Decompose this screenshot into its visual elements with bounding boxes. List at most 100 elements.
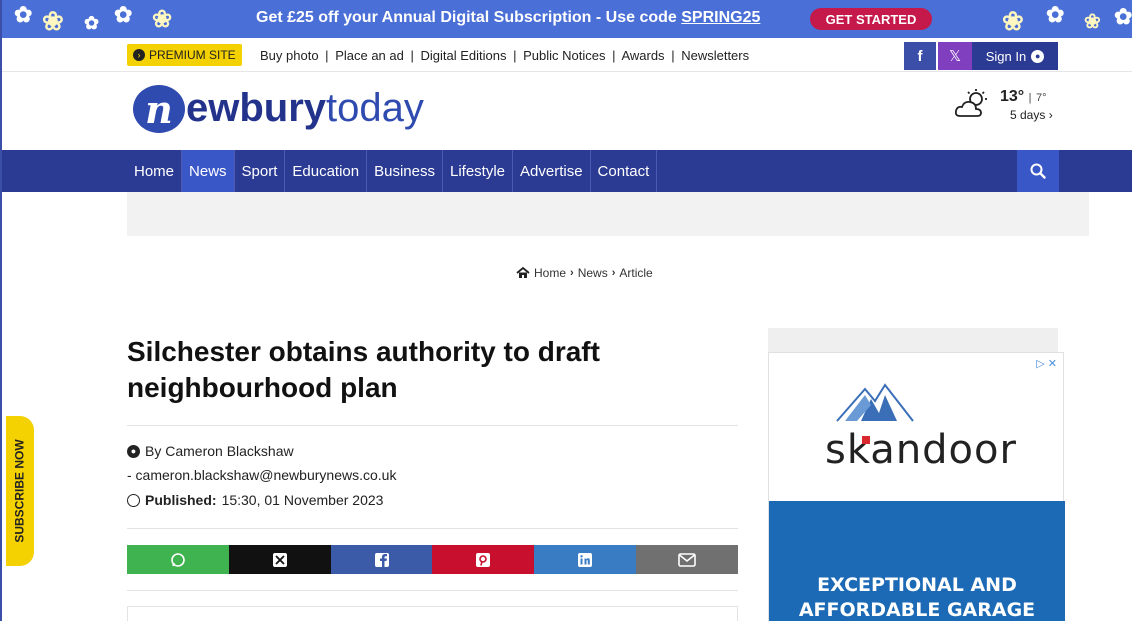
sign-in-button[interactable]: Sign In ● (972, 42, 1058, 70)
nav-education[interactable]: Education (285, 150, 368, 192)
flower-icon: ❀ (1084, 11, 1101, 33)
subscribe-now-tab[interactable]: SUBSCRIBE NOW (6, 416, 34, 566)
divider (127, 528, 738, 529)
five-day-forecast-link[interactable]: 5 days › (1010, 108, 1053, 122)
flower-icon: ❀ (42, 6, 64, 36)
share-x-button[interactable] (228, 545, 331, 574)
home-icon (516, 267, 530, 278)
temp-divider: | (1028, 92, 1032, 104)
link-separator: | (410, 48, 414, 63)
logo-text-bold: ewbury (186, 86, 327, 130)
temp-low: 7° (1035, 92, 1047, 104)
promo-text: Get £25 off your Annual Digital Subscrip… (256, 9, 760, 27)
advert-brand-text: skandoor (825, 427, 1017, 473)
arrow-circle-icon: › (133, 49, 145, 61)
author-line: ● By Cameron Blackshaw (127, 443, 294, 459)
x-icon (272, 552, 287, 567)
nav-news[interactable]: News (182, 150, 235, 192)
author-name[interactable]: By Cameron Blackshaw (145, 443, 294, 459)
link-separator: | (671, 48, 675, 63)
published-label: Published: (145, 492, 217, 508)
brand-accent-square (862, 436, 870, 444)
utility-bar: › PREMIUM SITE Buy photo | Place an ad |… (2, 38, 1132, 72)
link-place-an-ad[interactable]: Place an ad (335, 48, 404, 63)
leaderboard-ad-placeholder (127, 192, 1089, 236)
published-date: 15:30, 01 November 2023 (221, 492, 384, 508)
chevron-right-icon: › (611, 267, 616, 279)
link-newsletters[interactable]: Newsletters (681, 48, 749, 63)
link-buy-photo[interactable]: Buy photo (260, 48, 319, 63)
article-body-box (127, 606, 738, 621)
share-facebook-button[interactable] (330, 545, 433, 574)
link-awards[interactable]: Awards (621, 48, 664, 63)
sidebar-ad-label-strip (768, 328, 1058, 352)
promo-bar[interactable]: ✿ ❀ ✿ ✿ ❀ Get £25 off your Annual Digita… (2, 0, 1132, 38)
pinterest-icon (476, 552, 491, 567)
nav-advertise[interactable]: Advertise (513, 150, 591, 192)
share-whatsapp-button[interactable] (127, 545, 229, 574)
advert-brand: skandoor (825, 427, 1017, 473)
link-separator: | (513, 48, 517, 63)
advert-headline-line2: AFFORDABLE GARAGE (798, 599, 1036, 621)
sidebar-advert[interactable]: ▷ ✕ skandoor EXCEPTIONAL AND AFFORDABLE … (768, 352, 1065, 621)
breadcrumb-home[interactable]: Home (534, 266, 566, 280)
share-email-button[interactable] (636, 545, 738, 574)
user-circle-icon: ● (127, 444, 140, 458)
advert-blue-panel: EXCEPTIONAL AND AFFORDABLE GARAGE (769, 501, 1065, 621)
sign-in-label: Sign In (985, 48, 1027, 64)
author-email[interactable]: - cameron.blackshaw@newburynews.co.uk (127, 467, 396, 483)
nav-business[interactable]: Business (367, 150, 443, 192)
link-digital-editions[interactable]: Digital Editions (421, 48, 507, 63)
promo-message: Get £25 off your Annual Digital Subscrip… (256, 9, 682, 26)
flower-icon: ✿ (1046, 2, 1065, 27)
promo-code[interactable]: SPRING25 (681, 9, 760, 26)
envelope-icon (678, 552, 696, 567)
flower-icon: ❀ (152, 6, 173, 33)
facebook-icon[interactable]: f (904, 42, 936, 70)
premium-site-badge[interactable]: › PREMIUM SITE (127, 44, 242, 66)
breadcrumb-news[interactable]: News (578, 266, 608, 280)
whatsapp-icon (171, 552, 185, 567)
logo-wordmark[interactable]: ewburytoday (186, 86, 424, 130)
clock-icon (127, 493, 140, 507)
nav-sport[interactable]: Sport (235, 150, 286, 192)
nav-home[interactable]: Home (127, 150, 183, 192)
link-public-notices[interactable]: Public Notices (523, 48, 605, 63)
premium-site-label: PREMIUM SITE (149, 48, 236, 62)
link-separator: | (325, 48, 329, 63)
logo-text-light: today (326, 86, 424, 130)
utility-links: Buy photo | Place an ad | Digital Editio… (260, 48, 749, 63)
chevron-right-icon: › (570, 267, 574, 279)
nav-items: Home News Sport Education Business Lifes… (127, 150, 658, 192)
adchoices-icon[interactable]: ▷ ✕ (1036, 357, 1057, 370)
subscribe-now-label: SUBSCRIBE NOW (13, 439, 27, 543)
get-started-button[interactable]: GET STARTED (810, 8, 932, 30)
share-bar (127, 545, 738, 574)
divider (127, 590, 738, 591)
browser-viewport: ✿ ❀ ✿ ✿ ❀ Get £25 off your Annual Digita… (0, 0, 1132, 621)
facebook-icon (374, 552, 389, 567)
flower-icon: ✿ (14, 2, 33, 27)
share-linkedin-button[interactable] (534, 545, 637, 574)
search-button[interactable] (1017, 150, 1059, 192)
x-icon[interactable]: 𝕏 (938, 42, 972, 70)
nav-lifestyle[interactable]: Lifestyle (443, 150, 514, 192)
share-pinterest-button[interactable] (432, 545, 535, 574)
temp-high: 13° (1000, 88, 1025, 105)
linkedin-icon (578, 552, 593, 567)
published-line: Published: 15:30, 01 November 2023 (127, 492, 383, 508)
nav-contact[interactable]: Contact (591, 150, 658, 192)
mountain-logo-icon (836, 383, 914, 422)
breadcrumb: Home › News › Article (516, 266, 653, 280)
flower-icon: ✿ (114, 2, 133, 27)
advert-headline-line1: EXCEPTIONAL AND (817, 574, 1017, 596)
breadcrumb-article: Article (619, 266, 653, 280)
main-nav: Home News Sport Education Business Lifes… (2, 150, 1132, 192)
logo-mark[interactable]: n (133, 85, 185, 133)
flower-icon: ❀ (1002, 6, 1024, 36)
divider (127, 425, 738, 426)
masthead: n ewburytoday 13° | 7° 5 days › (2, 72, 1132, 150)
temperature[interactable]: 13° | 7° (1000, 88, 1047, 106)
advert-headline: EXCEPTIONAL AND AFFORDABLE GARAGE (769, 573, 1065, 621)
partly-cloudy-icon (954, 89, 987, 117)
